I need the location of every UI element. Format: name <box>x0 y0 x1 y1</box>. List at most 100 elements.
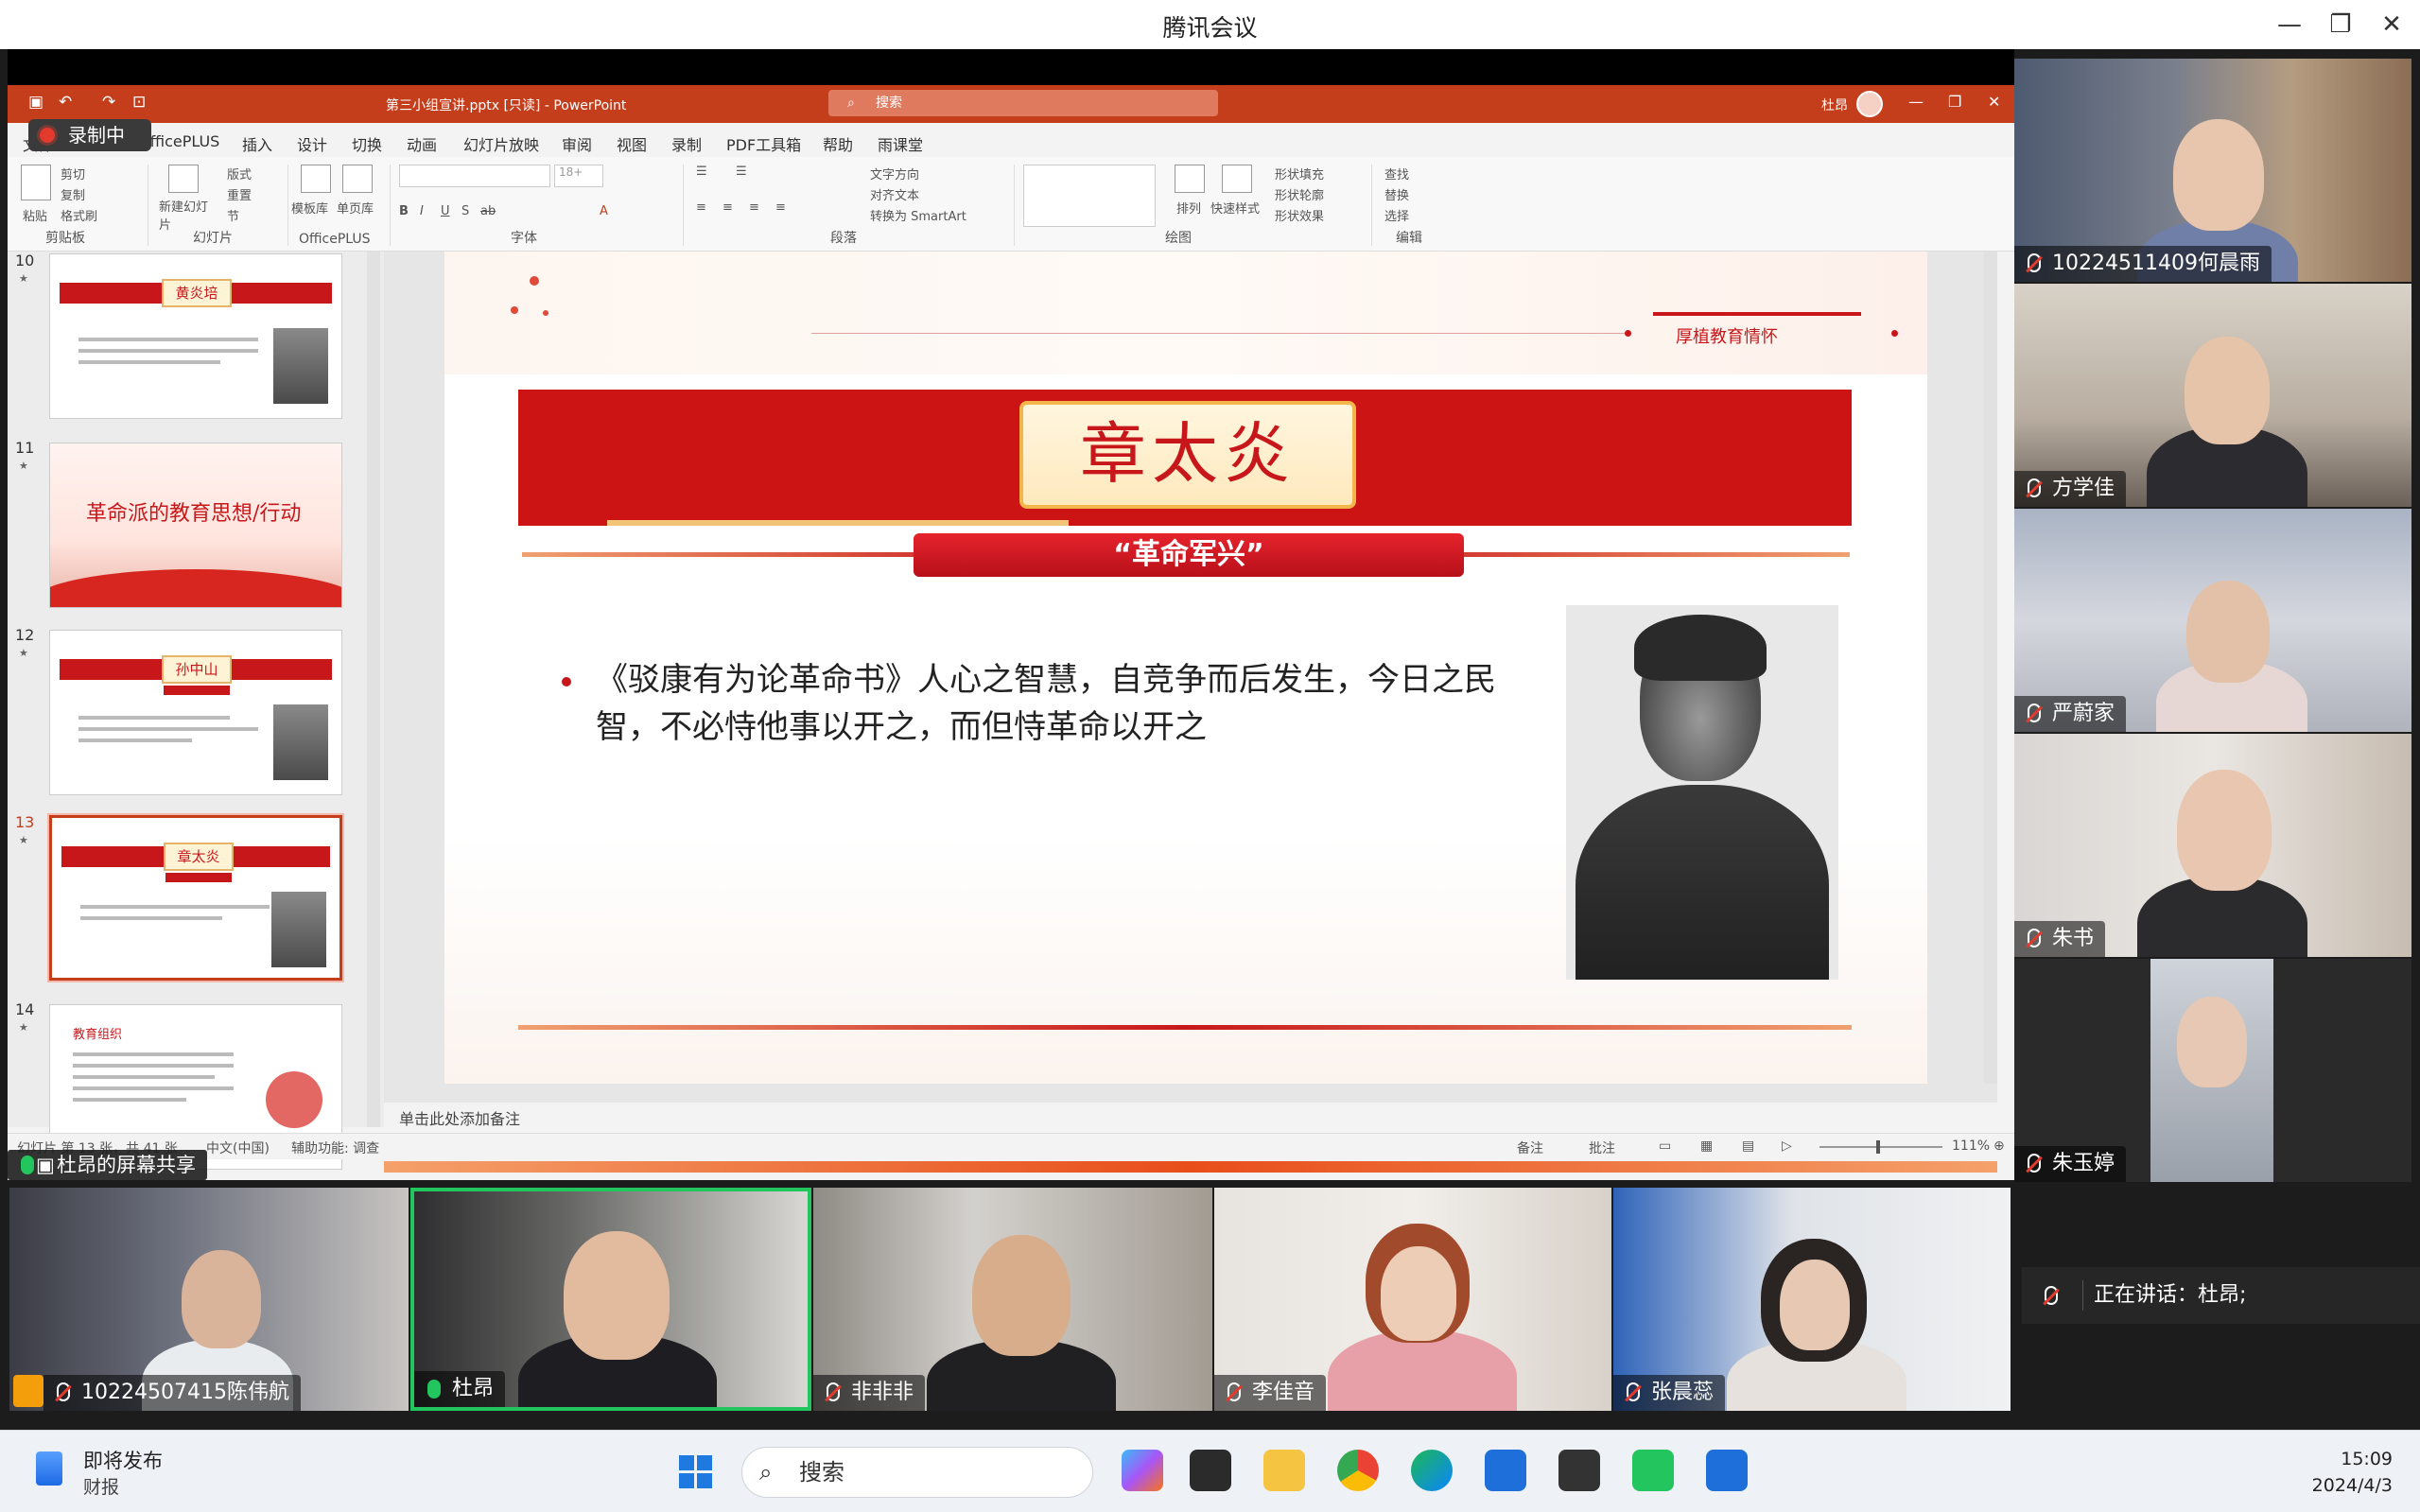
slide-sorter-icon[interactable]: ▦ <box>1700 1138 1713 1154</box>
template-library-button[interactable]: 模板库 <box>291 199 328 217</box>
select-button[interactable]: 选择 <box>1384 206 1409 224</box>
close-icon[interactable]: ✕ <box>2370 6 2413 43</box>
tab-insert[interactable]: 插入 <box>242 132 272 155</box>
video-tile[interactable]: 李佳音 <box>1214 1188 1611 1411</box>
align-right-icon[interactable]: ≡ <box>749 200 759 215</box>
find-button[interactable]: 查找 <box>1384 165 1409 182</box>
ppt-restore-icon[interactable]: ❐ <box>1948 93 1961 111</box>
thumbnail-slide-12[interactable]: 孙中山 <box>49 630 342 795</box>
shapes-gallery[interactable] <box>1023 165 1156 227</box>
unity-icon[interactable] <box>1558 1450 1600 1491</box>
thumbnail-slide-11[interactable]: 革命派的教育思想/行动 <box>49 443 342 608</box>
shape-effects-button[interactable]: 形状效果 <box>1275 206 1324 224</box>
file-explorer-icon[interactable] <box>1263 1450 1305 1491</box>
reset-button[interactable]: 重置 <box>227 185 252 203</box>
tab-rain-classroom[interactable]: 雨课堂 <box>878 132 923 155</box>
underline-icon[interactable]: U <box>441 204 450 218</box>
thumbnail-slide-10[interactable]: 黄炎培 <box>49 253 342 419</box>
bold-icon[interactable]: B <box>399 204 409 218</box>
align-text-button[interactable]: 对齐文本 <box>870 185 919 203</box>
tab-review[interactable]: 审阅 <box>562 132 592 155</box>
arrange-icon[interactable] <box>1175 165 1205 193</box>
video-tile[interactable]: 10224511409何晨雨 <box>2014 59 2411 282</box>
replace-button[interactable]: 替换 <box>1384 185 1409 203</box>
save-icon[interactable]: ▣ <box>28 93 44 112</box>
tencent-meeting-icon[interactable] <box>1706 1450 1748 1491</box>
zoom-level[interactable]: 111% <box>1952 1138 1990 1154</box>
slide-subtitle[interactable]: “革命军兴” <box>914 533 1464 577</box>
video-tile[interactable]: 非非非 <box>813 1188 1212 1411</box>
template-library-icon[interactable] <box>301 165 331 193</box>
portrait-photo[interactable] <box>1566 605 1838 980</box>
video-tile[interactable]: 严蔚家 <box>2014 509 2411 732</box>
news-widget-title[interactable]: 即将发布 <box>83 1446 163 1474</box>
single-page-library-icon[interactable] <box>342 165 373 193</box>
italic-icon[interactable]: I <box>420 204 424 218</box>
notes-pane[interactable]: 单击此处添加备注 <box>384 1103 1997 1131</box>
current-slide[interactable]: 厚植教育情怀 章太炎 “革命军兴” 《驳康有为论革命书》人心之智慧，自竞争而后发… <box>444 252 1927 1084</box>
copilot-icon[interactable] <box>1122 1450 1163 1491</box>
normal-view-icon[interactable]: ▭ <box>1659 1138 1671 1154</box>
fit-slide-icon[interactable]: ⊕ <box>1993 1138 2005 1154</box>
accessibility-status[interactable]: 辅助功能: 调查 <box>291 1138 379 1157</box>
ppt-close-icon[interactable]: ✕ <box>1988 93 2000 111</box>
slideshow-icon[interactable]: ▷ <box>1782 1138 1792 1154</box>
zoom-slider-knob[interactable] <box>1876 1140 1880 1154</box>
video-tile[interactable]: 张晨蕊 <box>1613 1188 2011 1411</box>
video-tile[interactable]: 方学佳 <box>2014 284 2411 507</box>
tab-slideshow[interactable]: 幻灯片放映 <box>463 132 539 155</box>
copy-button[interactable]: 复制 <box>61 185 85 203</box>
font-name-select[interactable] <box>399 165 550 187</box>
reading-view-icon[interactable]: ▤ <box>1742 1138 1754 1154</box>
font-color-icon[interactable]: A <box>600 204 608 218</box>
tab-transitions[interactable]: 切换 <box>352 132 382 155</box>
cut-button[interactable]: 剪切 <box>61 165 85 182</box>
tab-help[interactable]: 帮助 <box>823 132 853 155</box>
taskbar-clock[interactable]: 15:09 2024/4/3 <box>2289 1446 2393 1499</box>
video-tile[interactable]: 朱玉婷 <box>2014 959 2411 1182</box>
store-icon[interactable] <box>1485 1450 1526 1491</box>
quick-styles-icon[interactable] <box>1222 165 1252 193</box>
single-page-library-button[interactable]: 单页库 <box>337 199 374 217</box>
redo-icon[interactable]: ↷ <box>102 93 115 112</box>
recording-badge[interactable]: 录制中 <box>28 119 151 151</box>
ppt-user-name[interactable]: 杜昂 <box>1821 96 1848 114</box>
format-painter-button[interactable]: 格式刷 <box>61 206 97 224</box>
paste-button[interactable]: 粘贴 <box>23 206 47 224</box>
ppt-search-box[interactable]: ⌕ 搜索 <box>828 90 1218 116</box>
comments-toggle[interactable]: 批注 <box>1589 1138 1615 1157</box>
video-tile[interactable]: 10224507415陈伟航 <box>9 1188 409 1411</box>
font-size-select[interactable]: 18+ <box>554 165 603 187</box>
video-tile-active-speaker[interactable]: 杜昂 <box>410 1188 811 1411</box>
restore-icon[interactable]: ❐ <box>2319 6 2362 43</box>
strikethrough-icon[interactable]: ab <box>480 204 496 218</box>
edge-icon[interactable] <box>1411 1450 1453 1491</box>
ppt-minimize-icon[interactable]: — <box>1908 93 1924 111</box>
task-view-icon[interactable] <box>1190 1450 1231 1491</box>
present-icon[interactable]: ⊡ <box>132 93 146 112</box>
wechat-icon[interactable] <box>1632 1450 1674 1491</box>
slide-title[interactable]: 章太炎 <box>1019 401 1356 509</box>
taskbar-search-box[interactable]: ⌕ 搜索 <box>741 1447 1093 1498</box>
text-direction-button[interactable]: 文字方向 <box>870 165 919 182</box>
tab-view[interactable]: 视图 <box>617 132 647 155</box>
tab-record[interactable]: 录制 <box>671 132 702 155</box>
smartart-button[interactable]: 转换为 SmartArt <box>870 206 966 224</box>
quick-styles-button[interactable]: 快速样式 <box>1210 199 1260 217</box>
bullets-icon[interactable]: ☰ <box>696 165 707 179</box>
undo-icon[interactable]: ↶ <box>59 93 72 112</box>
align-left-icon[interactable]: ≡ <box>696 200 706 215</box>
tab-design[interactable]: 设计 <box>297 132 327 155</box>
new-slide-icon[interactable] <box>168 165 199 193</box>
shape-fill-button[interactable]: 形状填充 <box>1275 165 1324 182</box>
tab-animations[interactable]: 动画 <box>407 132 437 155</box>
canvas-scrollbar[interactable] <box>1984 252 1997 1084</box>
justify-icon[interactable]: ≡ <box>775 200 786 215</box>
slide-body-text[interactable]: 《驳康有为论革命书》人心之智慧，自竞争而后发生，今日之民智，不必恃他事以开之，而… <box>596 656 1541 751</box>
paste-icon[interactable] <box>21 165 51 200</box>
layout-button[interactable]: 版式 <box>227 165 252 182</box>
windows-start-icon[interactable] <box>679 1455 713 1489</box>
numbering-icon[interactable]: ☰ <box>736 165 747 179</box>
align-center-icon[interactable]: ≡ <box>723 200 733 215</box>
news-widget-subtitle[interactable]: 财报 <box>83 1473 119 1499</box>
